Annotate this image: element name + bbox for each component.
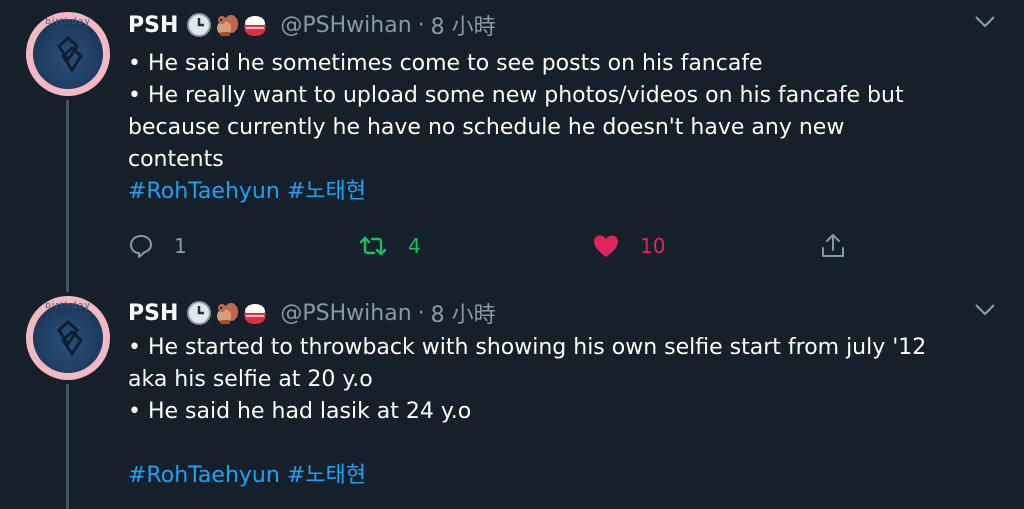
share-button[interactable]: [820, 228, 846, 264]
double-heart-logo-icon: [57, 35, 83, 73]
name-emojis: [186, 300, 270, 326]
tweet-header: PSH @PSHwihan · 8 小時: [128, 296, 496, 330]
tweet-header: PSH @PSHwihan · 8 小時: [128, 8, 496, 42]
chipmunk-emoji-icon: [214, 300, 240, 326]
more-options-chevron-down-icon[interactable]: [974, 302, 996, 318]
reply-icon: [130, 235, 152, 258]
tweet-text-line: because currently he have no schedule he…: [128, 115, 845, 140]
clock-emoji-icon: [186, 12, 212, 38]
tweet-text-line: • He started to throwback with showing h…: [128, 335, 927, 360]
display-name[interactable]: PSH: [128, 301, 178, 326]
tweet-text-line: aka his selfie at 20 y.o: [128, 367, 373, 392]
hashtag-link[interactable]: #노태현: [287, 179, 366, 204]
thread-connector: [66, 100, 69, 292]
handle[interactable]: @PSHwihan: [280, 301, 411, 326]
separator: ·: [417, 12, 425, 38]
tweet-text-line: • He said he had lasik at 24 y.o: [128, 399, 472, 424]
tweet-thread: birthday PSH @PSHwihan · 8 小時 • He said …: [0, 0, 1024, 509]
double-heart-logo-icon: [57, 319, 83, 357]
name-emojis: [186, 12, 270, 38]
chipmunk-emoji-icon: [214, 12, 240, 38]
display-name[interactable]: PSH: [128, 13, 178, 38]
tweet[interactable]: birthday PSH @PSH: [0, 0, 1024, 292]
retweet-count: 4: [408, 234, 421, 258]
clock-emoji-icon: [186, 300, 212, 326]
retweet-button[interactable]: 4: [358, 228, 421, 264]
rice-bowl-emoji-icon: [242, 300, 268, 326]
hashtag-row: #RohTaehyun #노태현: [128, 176, 998, 208]
share-icon: [822, 234, 844, 257]
like-button[interactable]: 10: [592, 228, 665, 264]
avatar[interactable]: birthday: [26, 12, 110, 96]
tweet-text: • He said he sometimes come to see posts…: [128, 48, 998, 208]
tweet-actions: 1 4 10: [128, 228, 868, 264]
timestamp[interactable]: 8 小時: [431, 9, 496, 41]
avatar[interactable]: birthday: [26, 296, 110, 380]
hashtag-link[interactable]: #노태현: [287, 463, 366, 488]
rice-bowl-emoji-icon: [242, 12, 268, 38]
hashtag-link[interactable]: #RohTaehyun: [128, 179, 280, 204]
handle[interactable]: @PSHwihan: [280, 13, 411, 38]
reply-button[interactable]: 1: [128, 228, 187, 264]
tweet-text-line: • He really want to upload some new phot…: [128, 83, 904, 108]
like-count: 10: [640, 234, 666, 258]
hashtag-row: #RohTaehyun #노태현: [128, 460, 998, 492]
thread-connector: [66, 384, 69, 509]
hashtag-link[interactable]: #RohTaehyun: [128, 463, 280, 488]
separator: ·: [417, 300, 425, 326]
tweet-text-line: • He said he sometimes come to see posts…: [128, 51, 763, 76]
retweet-icon: [359, 236, 387, 256]
tweet[interactable]: birthday PSH @PSH: [0, 292, 1024, 509]
more-options-chevron-down-icon[interactable]: [974, 14, 996, 30]
tweet-text-line: contents: [128, 147, 224, 172]
heart-icon: [594, 235, 618, 257]
timestamp[interactable]: 8 小時: [431, 297, 496, 329]
tweet-text: • He started to throwback with showing h…: [128, 332, 998, 492]
reply-count: 1: [174, 234, 187, 258]
